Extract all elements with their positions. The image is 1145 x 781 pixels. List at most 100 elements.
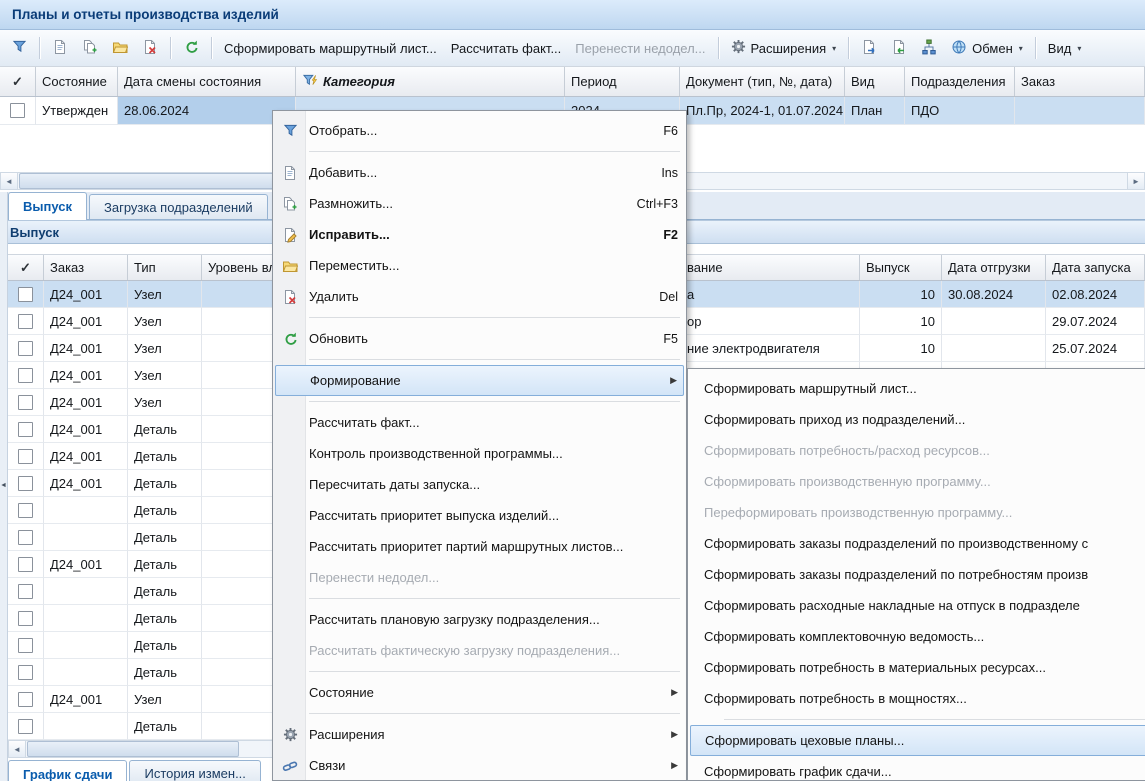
cell-checkbox[interactable] (8, 686, 44, 713)
menu-item[interactable]: Контроль производственной программы... (273, 438, 686, 469)
column-header-launch-date[interactable]: Дата запуска (1046, 255, 1145, 280)
cell-checkbox[interactable] (8, 659, 44, 686)
cell-checkbox[interactable] (8, 335, 44, 362)
cell-order[interactable]: Д24_001 (44, 443, 128, 470)
row-checkbox[interactable] (18, 341, 33, 356)
calc-fact-button[interactable]: Рассчитать факт... (445, 35, 568, 62)
scroll-left-arrow[interactable]: ◄ (1, 173, 18, 189)
cell-type[interactable]: Деталь (128, 659, 202, 686)
menu-item[interactable]: Исправить...F2 (273, 219, 686, 250)
menu-item[interactable]: Расширения▶ (273, 719, 686, 750)
cell-kind[interactable]: План (845, 97, 905, 125)
cell-order[interactable]: Д24_001 (44, 416, 128, 443)
cell-checkbox[interactable] (8, 443, 44, 470)
cell-checkbox[interactable] (8, 578, 44, 605)
menu-item[interactable]: Сформировать график сдачи... (688, 756, 1145, 781)
cell-order[interactable]: Д24_001 (44, 308, 128, 335)
cell-type[interactable]: Узел (128, 281, 202, 308)
column-header-departments[interactable]: Подразделения (905, 67, 1015, 96)
cell-order[interactable]: Д24_001 (44, 281, 128, 308)
format-route-sheet-button[interactable]: Сформировать маршрутный лист... (218, 35, 443, 62)
cell-type[interactable]: Деталь (128, 713, 202, 740)
row-checkbox[interactable] (18, 476, 33, 491)
row-checkbox[interactable] (18, 503, 33, 518)
cell-type[interactable]: Узел (128, 335, 202, 362)
column-header-state-date[interactable]: Дата смены состояния (118, 67, 296, 96)
menu-item[interactable]: Рассчитать приоритет партий маршрутных л… (273, 531, 686, 562)
cell-checkbox[interactable] (8, 416, 44, 443)
column-header-check[interactable]: ✓ (8, 255, 44, 280)
duplicate-button[interactable] (76, 35, 104, 62)
menu-item[interactable]: Сформировать заказы подразделений по про… (688, 528, 1145, 559)
cell-order[interactable]: Д24_001 (44, 335, 128, 362)
column-header-type[interactable]: Тип (128, 255, 202, 280)
tab-change-history[interactable]: История измен... (129, 760, 260, 781)
cell-launch-date[interactable]: 29.07.2024 (1046, 308, 1145, 335)
scroll-right-arrow[interactable]: ► (1127, 173, 1144, 189)
cell-launch-date[interactable]: 25.07.2024 (1046, 335, 1145, 362)
cell-checkbox[interactable] (8, 308, 44, 335)
cell-type[interactable]: Деталь (128, 524, 202, 551)
delete-button[interactable] (136, 35, 164, 62)
export-button[interactable] (855, 35, 883, 62)
column-header-ship-date[interactable]: Дата отгрузки (942, 255, 1046, 280)
cell-type[interactable]: Деталь (128, 497, 202, 524)
cell-checkbox[interactable] (8, 362, 44, 389)
row-checkbox[interactable] (18, 692, 33, 707)
row-checkbox[interactable] (18, 422, 33, 437)
menu-item[interactable]: Сформировать приход из подразделений... (688, 404, 1145, 435)
cell-order[interactable] (1015, 97, 1145, 125)
cell-output[interactable]: 10 (860, 335, 942, 362)
cell-output[interactable]: 10 (860, 308, 942, 335)
column-header-check[interactable]: ✓ (0, 67, 36, 96)
cell-checkbox[interactable] (8, 713, 44, 740)
tab-delivery-schedule[interactable]: График сдачи (8, 760, 127, 781)
pane-splitter[interactable]: ◄ (0, 192, 8, 781)
column-header-category[interactable]: Категория (296, 67, 565, 96)
row-checkbox[interactable] (18, 530, 33, 545)
column-header-output[interactable]: Выпуск (860, 255, 942, 280)
cell-launch-date[interactable]: 02.08.2024 (1046, 281, 1145, 308)
cell-order[interactable]: Д24_001 (44, 551, 128, 578)
cell-checkbox[interactable] (8, 470, 44, 497)
menu-item[interactable]: ОбновитьF5 (273, 323, 686, 354)
menu-item[interactable]: Сформировать заказы подразделений по пот… (688, 559, 1145, 590)
cell-order[interactable] (44, 632, 128, 659)
cell-order[interactable] (44, 497, 128, 524)
cell-checkbox[interactable] (8, 605, 44, 632)
row-checkbox[interactable] (10, 103, 25, 118)
cell-order[interactable]: Д24_001 (44, 389, 128, 416)
column-header-kind[interactable]: Вид (845, 67, 905, 96)
row-checkbox[interactable] (18, 395, 33, 410)
scrollbar-thumb[interactable] (27, 741, 239, 757)
row-checkbox[interactable] (18, 611, 33, 626)
cell-ship-date[interactable] (942, 335, 1046, 362)
tab-output[interactable]: Выпуск (8, 192, 87, 220)
menu-item[interactable]: Рассчитать приоритет выпуска изделий... (273, 500, 686, 531)
cell-checkbox[interactable] (8, 497, 44, 524)
menu-item[interactable]: Формирование▶ (275, 365, 684, 396)
column-header-state[interactable]: Состояние (36, 67, 118, 96)
cell-order[interactable]: Д24_001 (44, 362, 128, 389)
add-button[interactable] (46, 35, 74, 62)
cell-ship-date[interactable] (942, 308, 1046, 335)
cell-ship-date[interactable]: 30.08.2024 (942, 281, 1046, 308)
cell-type[interactable]: Деталь (128, 416, 202, 443)
cell-type[interactable]: Узел (128, 362, 202, 389)
menu-item[interactable]: УдалитьDel (273, 281, 686, 312)
row-checkbox[interactable] (18, 368, 33, 383)
menu-item[interactable]: Сформировать потребность в материальных … (688, 652, 1145, 683)
extensions-button[interactable]: Расширения ▾ (725, 35, 843, 62)
structure-button[interactable] (915, 35, 943, 62)
cell-checkbox[interactable] (8, 551, 44, 578)
cell-state-date[interactable]: 28.06.2024 (118, 97, 296, 125)
column-header-period[interactable]: Период (565, 67, 680, 96)
import-button[interactable] (885, 35, 913, 62)
cell-order[interactable] (44, 578, 128, 605)
cell-order[interactable]: Д24_001 (44, 470, 128, 497)
cell-type[interactable]: Узел (128, 686, 202, 713)
cell-document[interactable]: Пл.Пр, 2024-1, 01.07.2024 (680, 97, 845, 125)
menu-item[interactable]: Сформировать расходные накладные на отпу… (688, 590, 1145, 621)
menu-item[interactable]: Состояние▶ (273, 677, 686, 708)
cell-type[interactable]: Деталь (128, 443, 202, 470)
